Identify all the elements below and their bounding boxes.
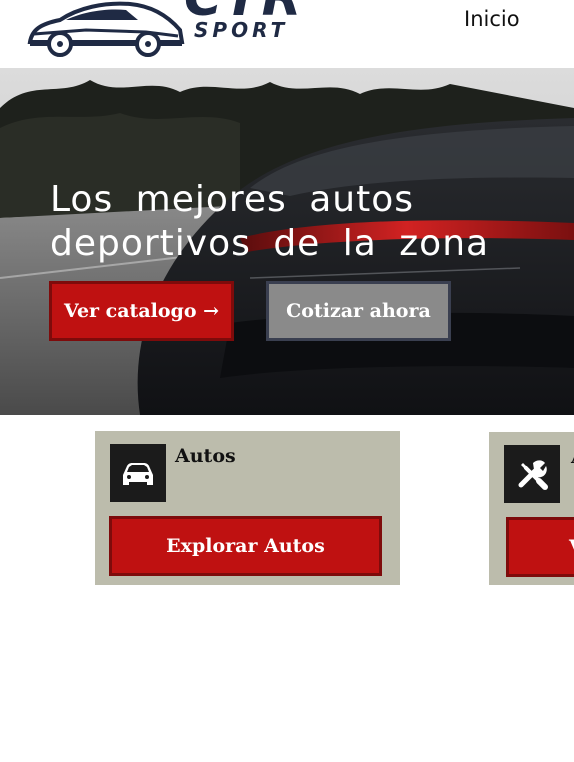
logo-sub-text: SPORT <box>194 18 289 42</box>
logo-car-icon <box>27 1 185 57</box>
nav-link-inicio[interactable]: Inicio <box>464 7 520 31</box>
ver-catalogo-button[interactable]: Ver catalogo → <box>49 281 234 341</box>
car-icon <box>110 444 166 502</box>
category-card-autos: Autos Explorar Autos <box>95 431 400 585</box>
card-2-button[interactable]: V <box>506 517 574 577</box>
brand-logo[interactable]: CTR SPORT <box>26 0 316 60</box>
site-header: CTR SPORT Inicio <box>0 0 574 68</box>
hero-banner: Los mejores autos deportivos de la zona … <box>0 68 574 415</box>
hero-title: Los mejores autos deportivos de la zona <box>50 179 490 264</box>
explorar-autos-button[interactable]: Explorar Autos <box>109 516 382 576</box>
category-card-servicios: A V <box>489 432 574 585</box>
card-title-autos: Autos <box>175 445 236 467</box>
tools-icon <box>504 445 560 503</box>
cotizar-ahora-button[interactable]: Cotizar ahora <box>266 281 451 341</box>
